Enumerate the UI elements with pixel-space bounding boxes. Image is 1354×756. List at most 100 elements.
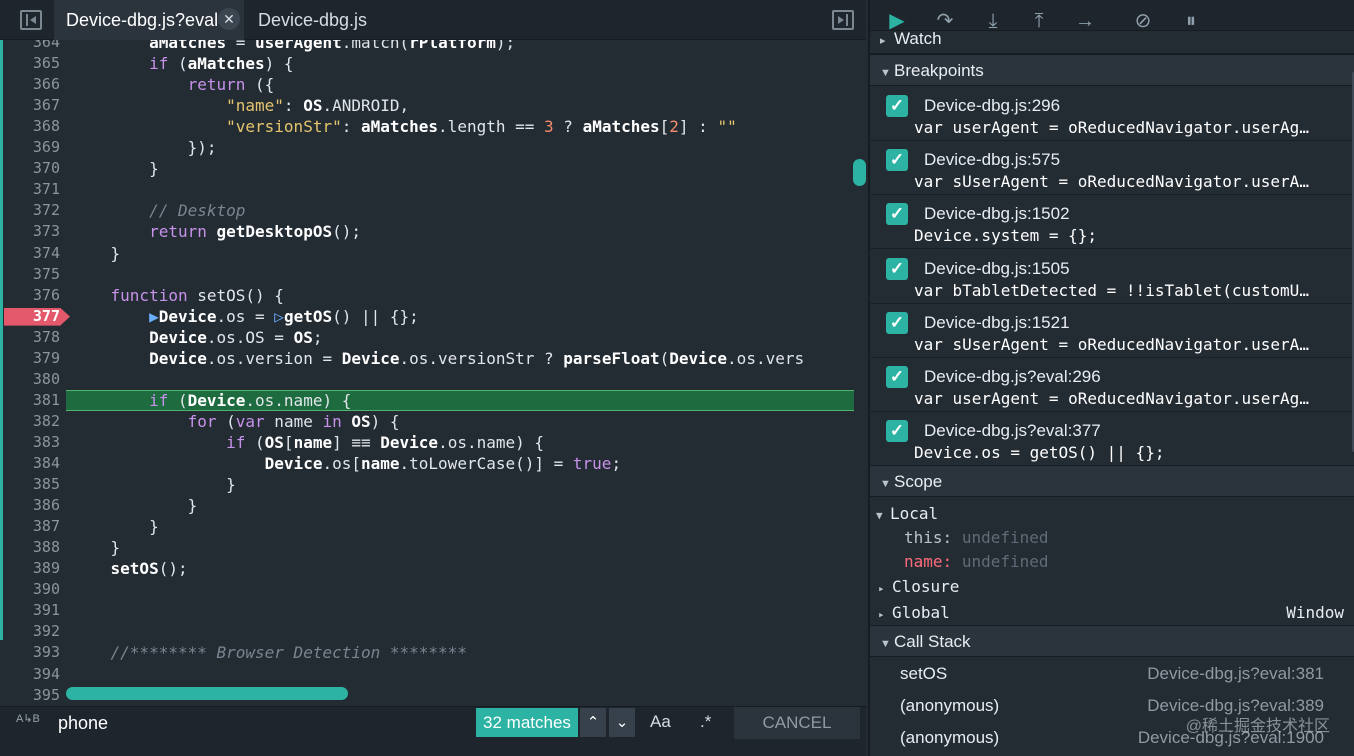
line-number[interactable]: 384: [0, 453, 60, 474]
line-number[interactable]: 364: [0, 40, 60, 53]
code-line[interactable]: 380: [0, 369, 866, 390]
call-stack-section-header[interactable]: ▼ Call Stack: [870, 625, 1354, 657]
search-input[interactable]: [52, 708, 476, 738]
code-line[interactable]: 370 }: [0, 158, 866, 179]
breakpoint-checkbox[interactable]: ✓: [886, 203, 908, 226]
breakpoint-checkbox[interactable]: ✓: [886, 257, 908, 280]
code-line[interactable]: 390: [0, 579, 866, 600]
breakpoint-item[interactable]: ✓ Device-dbg.js:1521 var sUserAgent = oRed…: [870, 304, 1354, 358]
code-line[interactable]: 388 }: [0, 537, 866, 558]
code-line[interactable]: 384 Device.os[name.toLowerCase()] = true…: [0, 453, 866, 474]
line-number[interactable]: 383: [0, 432, 60, 453]
line-number[interactable]: 382: [0, 411, 60, 432]
code-line[interactable]: 374 }: [0, 243, 866, 264]
line-number[interactable]: 380: [0, 369, 60, 390]
code-line[interactable]: 365 if (aMatches) {: [0, 53, 866, 74]
line-number[interactable]: 369: [0, 137, 60, 158]
breakpoints-section-header[interactable]: ▼ Breakpoints: [870, 54, 1354, 86]
toggle-debugger-pane-icon[interactable]: [832, 10, 854, 30]
paused-code-line[interactable]: 381 if (Device.os.name) {: [0, 389, 866, 411]
code-line[interactable]: 376 function setOS() {: [0, 285, 866, 306]
line-number[interactable]: 379: [0, 348, 60, 369]
line-number[interactable]: 374: [0, 243, 60, 264]
code-line[interactable]: 375: [0, 264, 866, 285]
vertical-scrollbar-thumb[interactable]: [853, 159, 866, 186]
code-line[interactable]: 393 //******** Browser Detection *******…: [0, 642, 866, 663]
code-line[interactable]: 392: [0, 621, 866, 642]
breakpoint-code-line[interactable]: 377 ▶Device.os = ▷getOS() || {};: [0, 306, 866, 327]
breakpoint-checkbox[interactable]: ✓: [886, 95, 908, 117]
code-line[interactable]: 369 });: [0, 137, 866, 158]
code-editor[interactable]: 364 aMatches = userAgent.match(rPlatform…: [0, 40, 866, 706]
code-line[interactable]: 387 }: [0, 516, 866, 537]
scope-local-toggle[interactable]: ▼ Local: [870, 502, 1354, 526]
code-line[interactable]: 379 Device.os.version = Device.os.versio…: [0, 348, 866, 369]
code-line[interactable]: 378 Device.os.OS = OS;: [0, 327, 866, 348]
line-number[interactable]: 395: [0, 685, 60, 706]
previous-match-button[interactable]: ⌃: [580, 708, 606, 737]
scope-var-name[interactable]: name: undefined: [870, 550, 1354, 574]
line-number[interactable]: 393: [0, 642, 60, 663]
line-number[interactable]: 378: [0, 327, 60, 348]
code-line[interactable]: 391: [0, 600, 866, 621]
line-number[interactable]: 387: [0, 516, 60, 537]
scope-closure-toggle[interactable]: ▸ Closure: [870, 575, 1354, 599]
code-line[interactable]: 386 }: [0, 495, 866, 516]
breakpoint-item[interactable]: ✓ Device-dbg.js:296 var userAgent = oReduc…: [870, 87, 1354, 141]
breakpoint-item[interactable]: ✓ Device-dbg.js:1505 var bTabletDetected =…: [870, 250, 1354, 304]
line-number[interactable]: 373: [0, 221, 60, 242]
line-number[interactable]: 385: [0, 474, 60, 495]
breakpoint-checkbox[interactable]: ✓: [886, 420, 908, 443]
line-number[interactable]: 390: [0, 579, 60, 600]
watch-section-header[interactable]: ▸ Watch: [870, 30, 1354, 54]
code-line[interactable]: 389 setOS();: [0, 558, 866, 579]
line-number[interactable]: 392: [0, 621, 60, 642]
code-line[interactable]: 383 if (OS[name] ≡≡ Device.os.name) {: [0, 432, 866, 453]
line-number[interactable]: 368: [0, 116, 60, 137]
code-line[interactable]: 385 }: [0, 474, 866, 495]
line-number[interactable]: 377: [0, 306, 60, 327]
scope-section-header[interactable]: ▼ Scope: [870, 465, 1354, 497]
line-number[interactable]: 371: [0, 179, 60, 200]
call-stack-frame[interactable]: setOS Device-dbg.js?eval:381: [870, 658, 1354, 690]
tab-device-dbg-eval[interactable]: Device-dbg.js?eval ✕: [54, 0, 244, 40]
line-number[interactable]: 366: [0, 74, 60, 95]
breakpoint-checkbox[interactable]: ✓: [886, 311, 908, 334]
cancel-search-button[interactable]: CANCEL: [734, 707, 860, 739]
code-line[interactable]: 382 for (var name in OS) {: [0, 411, 866, 432]
scope-global-toggle[interactable]: ▸ Global Window: [870, 601, 1354, 625]
code-line[interactable]: 366 return ({: [0, 74, 866, 95]
line-number[interactable]: 389: [0, 558, 60, 579]
line-number[interactable]: 386: [0, 495, 60, 516]
match-case-button[interactable]: Aa: [650, 712, 671, 732]
next-match-button[interactable]: ⌄: [609, 708, 635, 737]
code-line[interactable]: 368 "versionStr": aMatches.length == 3 ?…: [0, 116, 866, 137]
line-number[interactable]: 370: [0, 158, 60, 179]
breakpoint-item[interactable]: ✓ Device-dbg.js:1502 Device.system = {};: [870, 195, 1354, 250]
line-number[interactable]: 375: [0, 264, 60, 285]
close-tab-icon[interactable]: ✕: [218, 8, 240, 30]
breakpoint-item[interactable]: ✓ Device-dbg.js?eval:296 var userAgent = o…: [870, 358, 1354, 412]
toggle-sidebar-icon[interactable]: [20, 10, 42, 30]
line-number[interactable]: 388: [0, 537, 60, 558]
horizontal-scrollbar-thumb[interactable]: [66, 687, 348, 700]
tab-device-dbg[interactable]: Device-dbg.js: [246, 0, 379, 40]
line-number[interactable]: 381: [0, 390, 60, 411]
code-line[interactable]: 371: [0, 179, 866, 200]
breakpoint-checkbox[interactable]: ✓: [886, 149, 908, 172]
code-line[interactable]: 367 "name": OS.ANDROID,: [0, 95, 866, 116]
breakpoint-item[interactable]: ✓ Device-dbg.js?eval:377 Device.os = getOS…: [870, 412, 1354, 467]
code-line[interactable]: 372 // Desktop: [0, 200, 866, 221]
regex-button[interactable]: .*: [700, 712, 711, 732]
line-number[interactable]: 376: [0, 285, 60, 306]
code-line[interactable]: 373 return getDesktopOS();: [0, 221, 866, 242]
breakpoint-checkbox[interactable]: ✓: [886, 366, 908, 388]
line-number[interactable]: 367: [0, 95, 60, 116]
code-line[interactable]: 364 aMatches = userAgent.match(rPlatform…: [0, 40, 866, 53]
line-number[interactable]: 391: [0, 600, 60, 621]
line-number[interactable]: 365: [0, 53, 60, 74]
breakpoint-item[interactable]: ✓ Device-dbg.js:575 var sUserAgent = oRedu…: [870, 141, 1354, 196]
line-number[interactable]: 394: [0, 664, 60, 685]
code-line[interactable]: 394: [0, 664, 866, 685]
line-number[interactable]: 372: [0, 200, 60, 221]
